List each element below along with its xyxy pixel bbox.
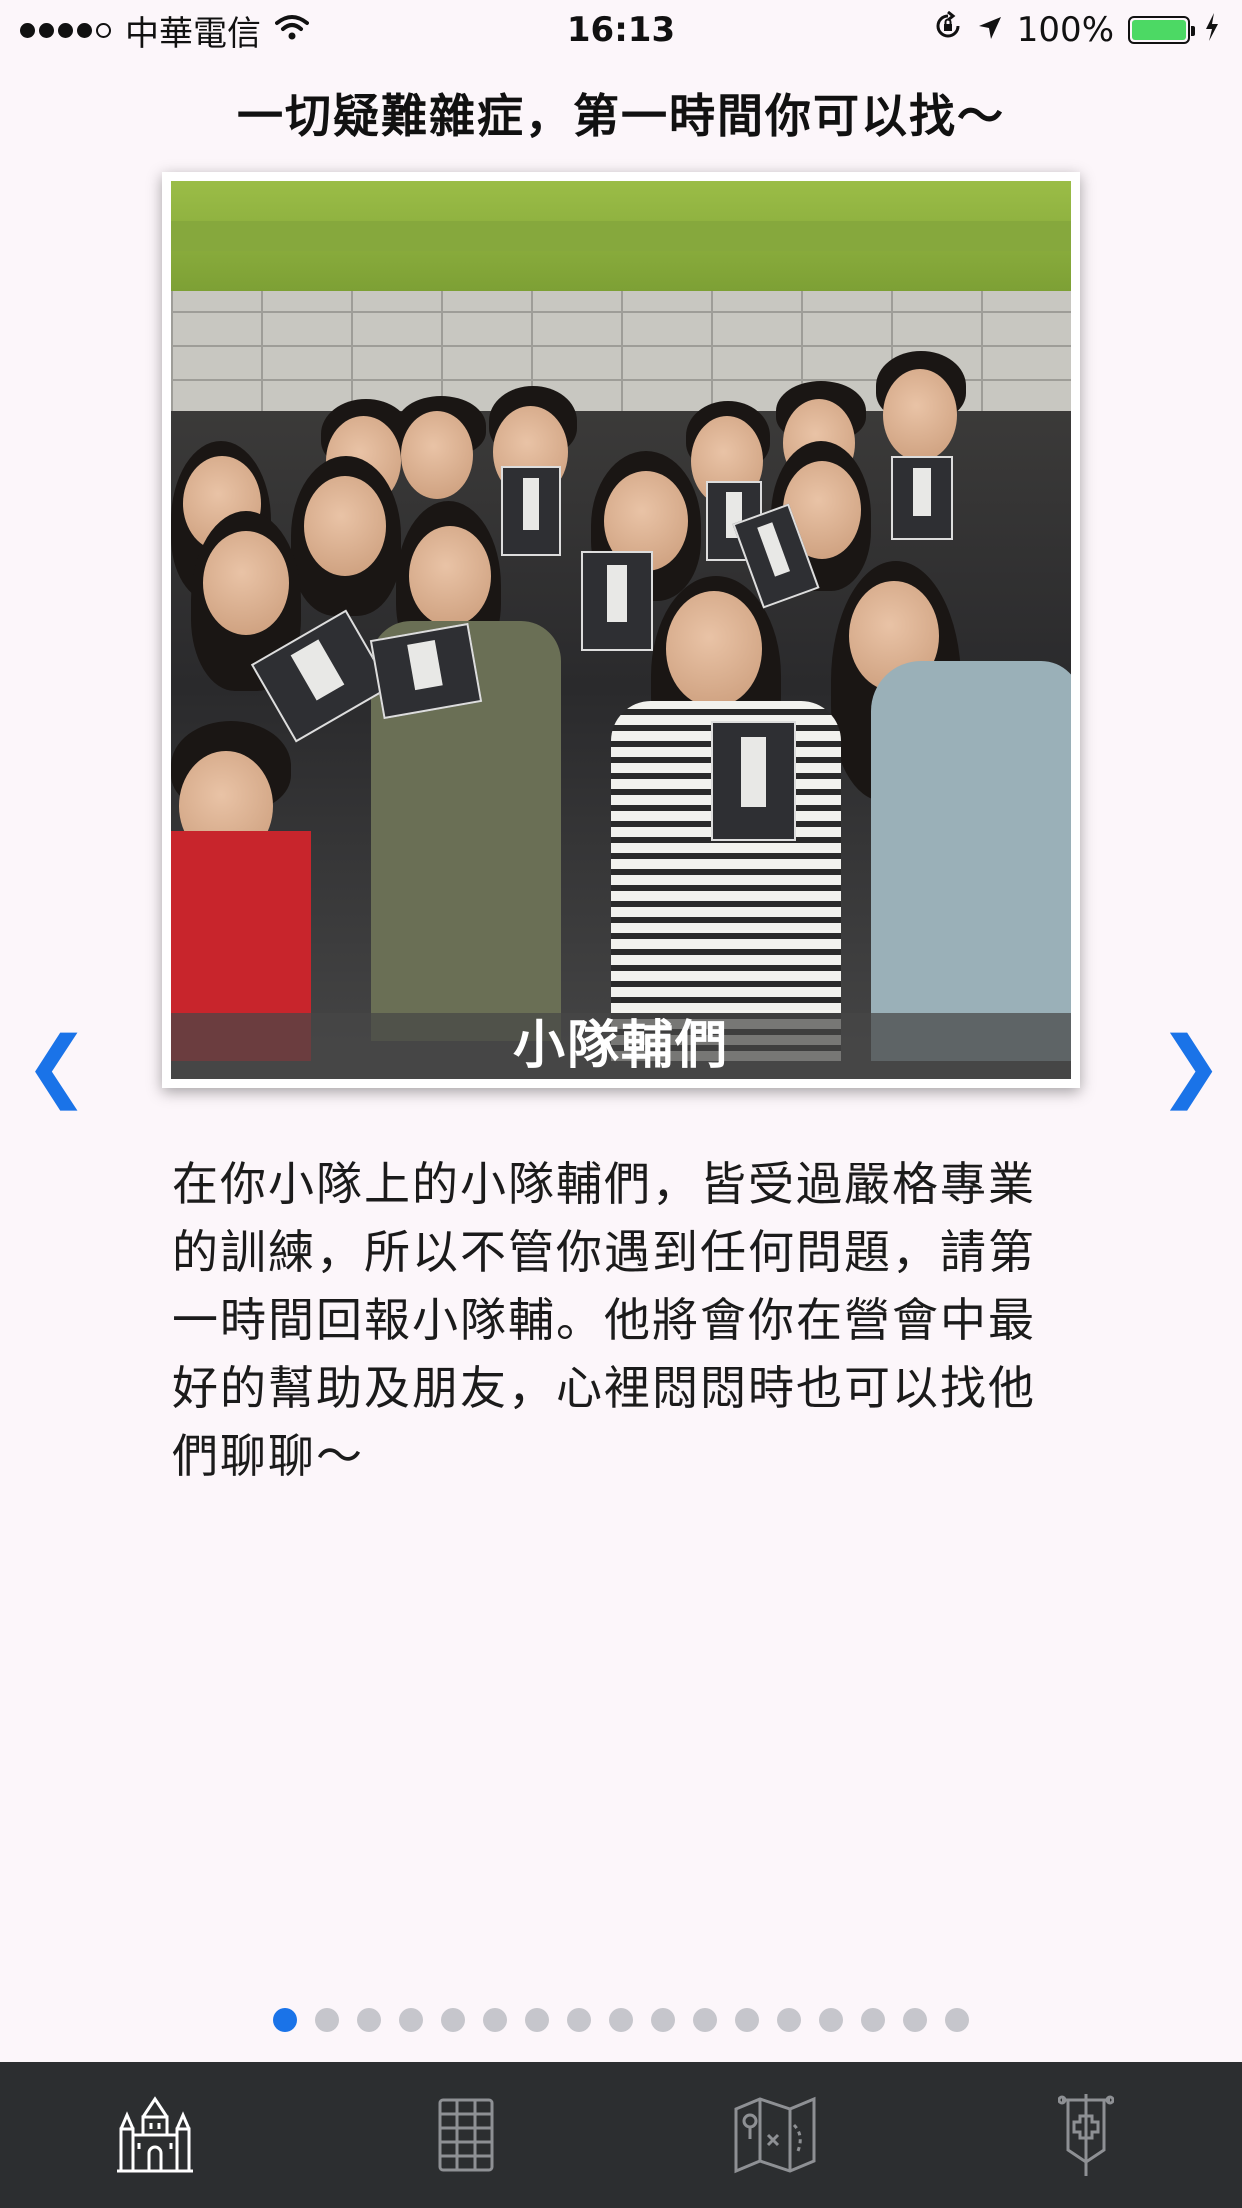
page-dot[interactable] <box>567 2008 591 2032</box>
page-dot[interactable] <box>903 2008 927 2032</box>
group-photo: 小隊輔們 <box>171 181 1071 1079</box>
next-arrow-button[interactable]: ❯ <box>1158 1026 1223 1106</box>
card-description: 在你小隊上的小隊輔們，皆受過嚴格專業的訓練，所以不管你遇到任何問題，請第一時間回… <box>172 1157 1036 1483</box>
tab-bar <box>0 2062 1242 2208</box>
map-icon <box>734 2096 816 2174</box>
page-indicator[interactable] <box>0 2008 1242 2032</box>
page-dot[interactable] <box>315 2008 339 2032</box>
battery-percentage: 100% <box>1016 10 1114 50</box>
page-dot[interactable] <box>483 2008 507 2032</box>
previous-arrow-button[interactable]: ❮ <box>24 1026 89 1106</box>
banner-cross-icon <box>1058 2094 1114 2176</box>
page-dot[interactable] <box>357 2008 381 2032</box>
grid-icon <box>438 2098 494 2172</box>
status-bar: 中華電信 16:13 100% <box>0 0 1242 60</box>
photo-caption: 小隊輔們 <box>171 1013 1071 1079</box>
page-dot[interactable] <box>693 2008 717 2032</box>
page-dot[interactable] <box>273 2008 297 2032</box>
castle-icon <box>117 2096 193 2173</box>
location-arrow-icon <box>977 10 1003 50</box>
photo-card[interactable]: 小隊輔們 <box>162 172 1080 1088</box>
page-dot[interactable] <box>777 2008 801 2032</box>
page-dot[interactable] <box>819 2008 843 2032</box>
tab-banner[interactable] <box>1036 2092 1136 2178</box>
page-dot[interactable] <box>945 2008 969 2032</box>
page-dot[interactable] <box>609 2008 633 2032</box>
status-right: 100% <box>933 8 1220 52</box>
page-dot[interactable] <box>651 2008 675 2032</box>
page-dot[interactable] <box>861 2008 885 2032</box>
charging-bolt-icon <box>1204 10 1220 50</box>
page-dot[interactable] <box>399 2008 423 2032</box>
tab-castle[interactable] <box>105 2092 205 2178</box>
tab-map[interactable] <box>725 2092 825 2178</box>
page-dot[interactable] <box>525 2008 549 2032</box>
page-dot[interactable] <box>735 2008 759 2032</box>
tab-grid[interactable] <box>416 2092 516 2178</box>
rotation-lock-icon <box>933 10 963 50</box>
page-title: 一切疑難雜症，第一時間你可以找～ <box>237 89 1005 143</box>
battery-icon <box>1128 16 1195 44</box>
battery-fill <box>1132 20 1186 40</box>
page-dot[interactable] <box>441 2008 465 2032</box>
